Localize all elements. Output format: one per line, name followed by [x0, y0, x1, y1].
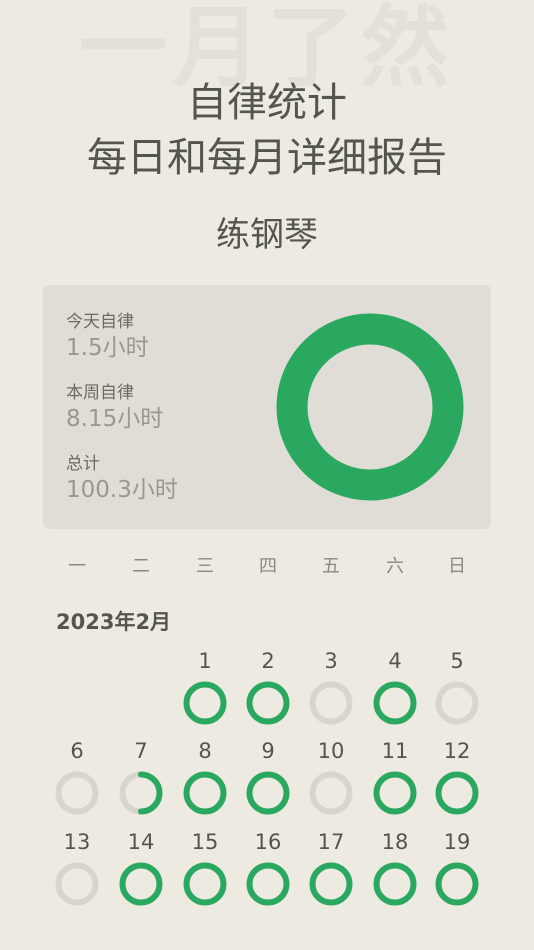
- day-progress-ring: [246, 681, 290, 725]
- day-progress-ring: [183, 681, 227, 725]
- weekday-label: 二: [132, 556, 150, 577]
- calendar-day[interactable]: 18: [365, 829, 425, 907]
- calendar-day[interactable]: 8: [175, 738, 235, 816]
- stat-today: 今天自律 1.5小时: [66, 311, 149, 363]
- calendar-day-number: 17: [317, 830, 345, 854]
- calendar-day-number: 10: [317, 739, 345, 763]
- stat-total-label: 总计: [66, 454, 100, 474]
- day-ring-fill: [373, 681, 417, 725]
- day-ring-track: [309, 771, 353, 815]
- calendar-day[interactable]: 5: [427, 648, 487, 726]
- day-ring-fill: [373, 771, 417, 815]
- day-progress-ring: [435, 771, 479, 815]
- calendar-day-number: 5: [450, 649, 464, 673]
- day-progress-ring: [435, 681, 479, 725]
- day-progress-ring: [309, 771, 353, 815]
- day-ring-fill: [183, 862, 227, 906]
- day-progress-ring: [373, 771, 417, 815]
- day-progress-ring: [119, 771, 163, 815]
- calendar-day-number: 3: [324, 649, 338, 673]
- stat-total: 总计 100.3小时: [66, 453, 178, 505]
- summary-ring-fill: [276, 313, 464, 501]
- calendar-day-number: 13: [63, 830, 91, 854]
- stat-total-value: 100.3小时: [66, 477, 178, 503]
- day-ring-fill: [246, 681, 290, 725]
- day-ring-fill: [435, 862, 479, 906]
- calendar-day-number: 15: [191, 830, 219, 854]
- hero-title: 自律统计: [187, 80, 347, 126]
- weekday-label: 六: [386, 556, 404, 577]
- calendar-day[interactable]: 7: [111, 738, 171, 816]
- day-progress-ring: [183, 771, 227, 815]
- day-ring-fill: [246, 771, 290, 815]
- calendar-day-number: 2: [261, 649, 275, 673]
- day-progress-ring: [309, 681, 353, 725]
- calendar-day[interactable]: 13: [47, 829, 107, 907]
- calendar-day-number: 12: [443, 739, 471, 763]
- stat-week-label: 本周自律: [66, 383, 134, 403]
- calendar-day-number: 19: [443, 830, 471, 854]
- hero-subtitle: 每日和每月详细报告: [87, 135, 447, 181]
- stat-today-value: 1.5小时: [66, 335, 149, 361]
- day-progress-ring: [309, 862, 353, 906]
- day-ring-fill: [435, 771, 479, 815]
- day-ring-fill: [119, 862, 163, 906]
- calendar-day[interactable]: 9: [238, 738, 298, 816]
- calendar-day[interactable]: 1: [175, 648, 235, 726]
- day-progress-ring: [55, 771, 99, 815]
- calendar-day-number: 1: [198, 649, 212, 673]
- calendar-day-number: 18: [381, 830, 409, 854]
- weekday-label: 四: [259, 556, 277, 577]
- calendar-day-number: 16: [254, 830, 282, 854]
- calendar-day[interactable]: 3: [301, 648, 361, 726]
- weekday-label: 日: [448, 556, 466, 577]
- calendar-day[interactable]: 12: [427, 738, 487, 816]
- weekday-header-row: 一二三四五六日: [0, 552, 534, 577]
- calendar-day[interactable]: 11: [365, 738, 425, 816]
- stat-week: 本周自律 8.15小时: [66, 382, 163, 434]
- stat-today-label: 今天自律: [66, 312, 134, 332]
- calendar-day[interactable]: 16: [238, 829, 298, 907]
- day-progress-ring: [183, 862, 227, 906]
- calendar-day[interactable]: 19: [427, 829, 487, 907]
- stat-week-value: 8.15小时: [66, 406, 164, 432]
- summary-progress-ring: [276, 313, 464, 501]
- day-ring-fill: [183, 771, 227, 815]
- day-ring-fill: [183, 681, 227, 725]
- day-ring-track: [435, 681, 479, 725]
- calendar-day[interactable]: 2: [238, 648, 298, 726]
- day-ring-track: [55, 771, 99, 815]
- calendar-day[interactable]: 15: [175, 829, 235, 907]
- weekday-label: 一: [68, 556, 86, 577]
- weekday-label: 三: [196, 556, 214, 577]
- calendar-day[interactable]: 17: [301, 829, 361, 907]
- calendar-day-number: 7: [134, 739, 148, 763]
- summary-card: 今天自律 1.5小时 本周自律 8.15小时 总计 100.3小时: [43, 285, 491, 529]
- day-ring-track: [55, 862, 99, 906]
- day-progress-ring: [246, 771, 290, 815]
- day-progress-ring: [55, 862, 99, 906]
- calendar-day[interactable]: 4: [365, 648, 425, 726]
- calendar-day-number: 4: [388, 649, 402, 673]
- calendar-day-number: 9: [261, 739, 275, 763]
- habit-name: 练钢琴: [216, 215, 318, 255]
- calendar-day-number: 11: [381, 739, 409, 763]
- calendar-day[interactable]: 10: [301, 738, 361, 816]
- month-label: 2023年2月: [56, 610, 172, 634]
- day-progress-ring: [119, 862, 163, 906]
- day-progress-ring: [435, 862, 479, 906]
- day-ring-fill: [246, 862, 290, 906]
- calendar-day-number: 6: [70, 739, 84, 763]
- day-ring-track: [309, 681, 353, 725]
- day-progress-ring: [246, 862, 290, 906]
- day-ring-fill: [373, 862, 417, 906]
- calendar-day-number: 14: [127, 830, 155, 854]
- day-progress-ring: [373, 862, 417, 906]
- day-progress-ring: [373, 681, 417, 725]
- calendar-day[interactable]: 14: [111, 829, 171, 907]
- day-ring-fill: [309, 862, 353, 906]
- calendar-day-number: 8: [198, 739, 212, 763]
- calendar-day[interactable]: 6: [47, 738, 107, 816]
- weekday-label: 五: [322, 556, 340, 577]
